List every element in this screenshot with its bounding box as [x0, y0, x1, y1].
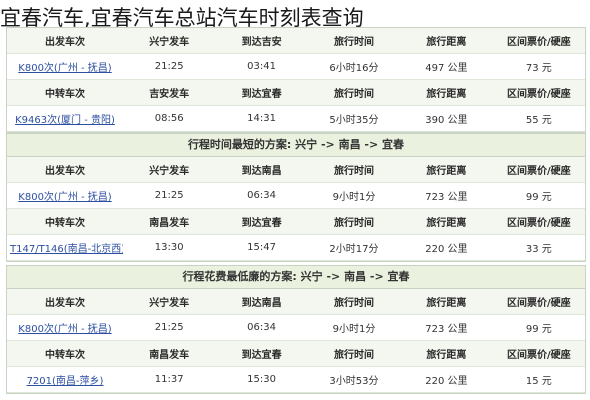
- header-cell: 旅行时间: [307, 28, 401, 54]
- header-cell: 旅行时间: [307, 79, 401, 106]
- table-cell: 33 元: [492, 234, 585, 261]
- header-cell: 旅行时间: [307, 157, 401, 183]
- train-link[interactable]: K800次(广州 - 抚昌): [7, 314, 123, 341]
- table-cell: 15:30: [215, 366, 308, 393]
- table-cell: 9小时1分: [307, 182, 401, 209]
- train-link[interactable]: K9463次(厦门 - 贵阳): [7, 105, 123, 132]
- table-cell: 15 元: [492, 366, 585, 393]
- table-cell: 13:30: [123, 234, 216, 261]
- header-cell: 旅行时间: [307, 208, 401, 235]
- table-cell: 03:41: [215, 53, 308, 80]
- route-panel-2: 行程时间最短的方案: 兴宁 -> 南昌 -> 宜春 出发车次 兴宁发车 到达南昌…: [6, 133, 586, 262]
- header-cell: 中转车次: [7, 79, 123, 106]
- schedule-table: 出发车次 兴宁发车 到达吉安 旅行时间 旅行距离 区间票价/硬座 K800次(广…: [7, 28, 585, 132]
- table-cell: 9小时1分: [307, 314, 401, 341]
- header-cell: 南昌发车: [123, 340, 216, 367]
- header-cell: 出发车次: [7, 28, 123, 54]
- header-cell: 出发车次: [7, 157, 123, 183]
- table-cell: 21:25: [123, 182, 216, 209]
- table-cell: 73 元: [492, 53, 585, 80]
- table-cell: 08:56: [123, 105, 216, 132]
- route-panel-1: 出发车次 兴宁发车 到达吉安 旅行时间 旅行距离 区间票价/硬座 K800次(广…: [6, 27, 586, 133]
- table-cell: 390 公里: [400, 105, 493, 132]
- train-link[interactable]: K800次(广州 - 抚昌): [7, 53, 123, 80]
- table-header-row: 出发车次 兴宁发车 到达南昌 旅行时间 旅行距离 区间票价/硬座: [7, 157, 585, 183]
- header-cell: 区间票价/硬座: [492, 79, 585, 106]
- table-cell: 55 元: [492, 105, 585, 132]
- table-cell: 3小时53分: [307, 366, 401, 393]
- train-link[interactable]: T147/T146(南昌-北京西): [7, 234, 123, 261]
- train-link[interactable]: 7201(南昌-萍乡): [7, 366, 123, 393]
- table-row: 7201(南昌-萍乡) 11:37 15:30 3小时53分 220 公里 15…: [7, 366, 585, 393]
- table-cell: 15:47: [215, 234, 308, 261]
- header-cell: 兴宁发车: [123, 157, 216, 183]
- table-header-row: 中转车次 南昌发车 到达宜春 旅行时间 旅行距离 区间票价/硬座: [7, 208, 585, 235]
- header-cell: 到达吉安: [215, 28, 308, 54]
- table-cell: 06:34: [215, 314, 308, 341]
- schedule-table: 出发车次 兴宁发车 到达南昌 旅行时间 旅行距离 区间票价/硬座 K800次(广…: [7, 157, 585, 261]
- table-header-row: 出发车次 兴宁发车 到达南昌 旅行时间 旅行距离 区间票价/硬座: [7, 289, 585, 315]
- table-cell: 99 元: [492, 314, 585, 341]
- header-cell: 区间票价/硬座: [492, 340, 585, 367]
- schedule-table: 出发车次 兴宁发车 到达南昌 旅行时间 旅行距离 区间票价/硬座 K800次(广…: [7, 289, 585, 393]
- table-cell: 11:37: [123, 366, 216, 393]
- train-link[interactable]: K800次(广州 - 抚昌): [7, 182, 123, 209]
- header-cell: 旅行时间: [307, 289, 401, 315]
- table-cell: 497 公里: [400, 53, 493, 80]
- table-cell: 2小时17分: [307, 234, 401, 261]
- table-header-row: 出发车次 兴宁发车 到达吉安 旅行时间 旅行距离 区间票价/硬座: [7, 28, 585, 54]
- header-cell: 兴宁发车: [123, 28, 216, 54]
- header-cell: 吉安发车: [123, 79, 216, 106]
- table-row: K800次(广州 - 抚昌) 21:25 06:34 9小时1分 723 公里 …: [7, 182, 585, 209]
- table-row: K800次(广州 - 抚昌) 21:25 03:41 6小时16分 497 公里…: [7, 53, 585, 80]
- route-panel-3: 行程花费最低廉的方案: 兴宁 -> 南昌 -> 宜春 出发车次 兴宁发车 到达南…: [6, 265, 586, 394]
- table-row: K9463次(厦门 - 贵阳) 08:56 14:31 5小时35分 390 公…: [7, 105, 585, 132]
- header-cell: 旅行距离: [400, 28, 493, 54]
- header-cell: 旅行距离: [400, 79, 493, 106]
- header-cell: 旅行距离: [400, 157, 493, 183]
- header-cell: 到达南昌: [215, 289, 308, 315]
- table-row: K800次(广州 - 抚昌) 21:25 06:34 9小时1分 723 公里 …: [7, 314, 585, 341]
- header-cell: 到达宜春: [215, 340, 308, 367]
- table-cell: 21:25: [123, 314, 216, 341]
- header-cell: 区间票价/硬座: [492, 208, 585, 235]
- table-cell: 723 公里: [400, 314, 493, 341]
- header-cell: 区间票价/硬座: [492, 28, 585, 54]
- table-cell: 723 公里: [400, 182, 493, 209]
- header-cell: 到达宜春: [215, 79, 308, 106]
- header-cell: 南昌发车: [123, 208, 216, 235]
- header-cell: 区间票价/硬座: [492, 289, 585, 315]
- header-cell: 旅行距离: [400, 289, 493, 315]
- table-cell: 5小时35分: [307, 105, 401, 132]
- header-cell: 区间票价/硬座: [492, 157, 585, 183]
- header-cell: 出发车次: [7, 289, 123, 315]
- panel-title: 行程花费最低廉的方案: 兴宁 -> 南昌 -> 宜春: [7, 266, 585, 289]
- header-cell: 旅行距离: [400, 208, 493, 235]
- header-cell: 到达南昌: [215, 157, 308, 183]
- table-cell: 06:34: [215, 182, 308, 209]
- table-cell: 220 公里: [400, 234, 493, 261]
- table-cell: 14:31: [215, 105, 308, 132]
- table-cell: 6小时16分: [307, 53, 401, 80]
- table-cell: 21:25: [123, 53, 216, 80]
- table-header-row: 中转车次 南昌发车 到达宜春 旅行时间 旅行距离 区间票价/硬座: [7, 340, 585, 367]
- table-cell: 220 公里: [400, 366, 493, 393]
- header-cell: 中转车次: [7, 340, 123, 367]
- header-cell: 兴宁发车: [123, 289, 216, 315]
- header-cell: 旅行距离: [400, 340, 493, 367]
- header-cell: 中转车次: [7, 208, 123, 235]
- table-header-row: 中转车次 吉安发车 到达宜春 旅行时间 旅行距离 区间票价/硬座: [7, 79, 585, 106]
- header-cell: 旅行时间: [307, 340, 401, 367]
- header-cell: 到达宜春: [215, 208, 308, 235]
- table-row: T147/T146(南昌-北京西) 13:30 15:47 2小时17分 220…: [7, 234, 585, 261]
- table-cell: 99 元: [492, 182, 585, 209]
- panel-title: 行程时间最短的方案: 兴宁 -> 南昌 -> 宜春: [7, 134, 585, 157]
